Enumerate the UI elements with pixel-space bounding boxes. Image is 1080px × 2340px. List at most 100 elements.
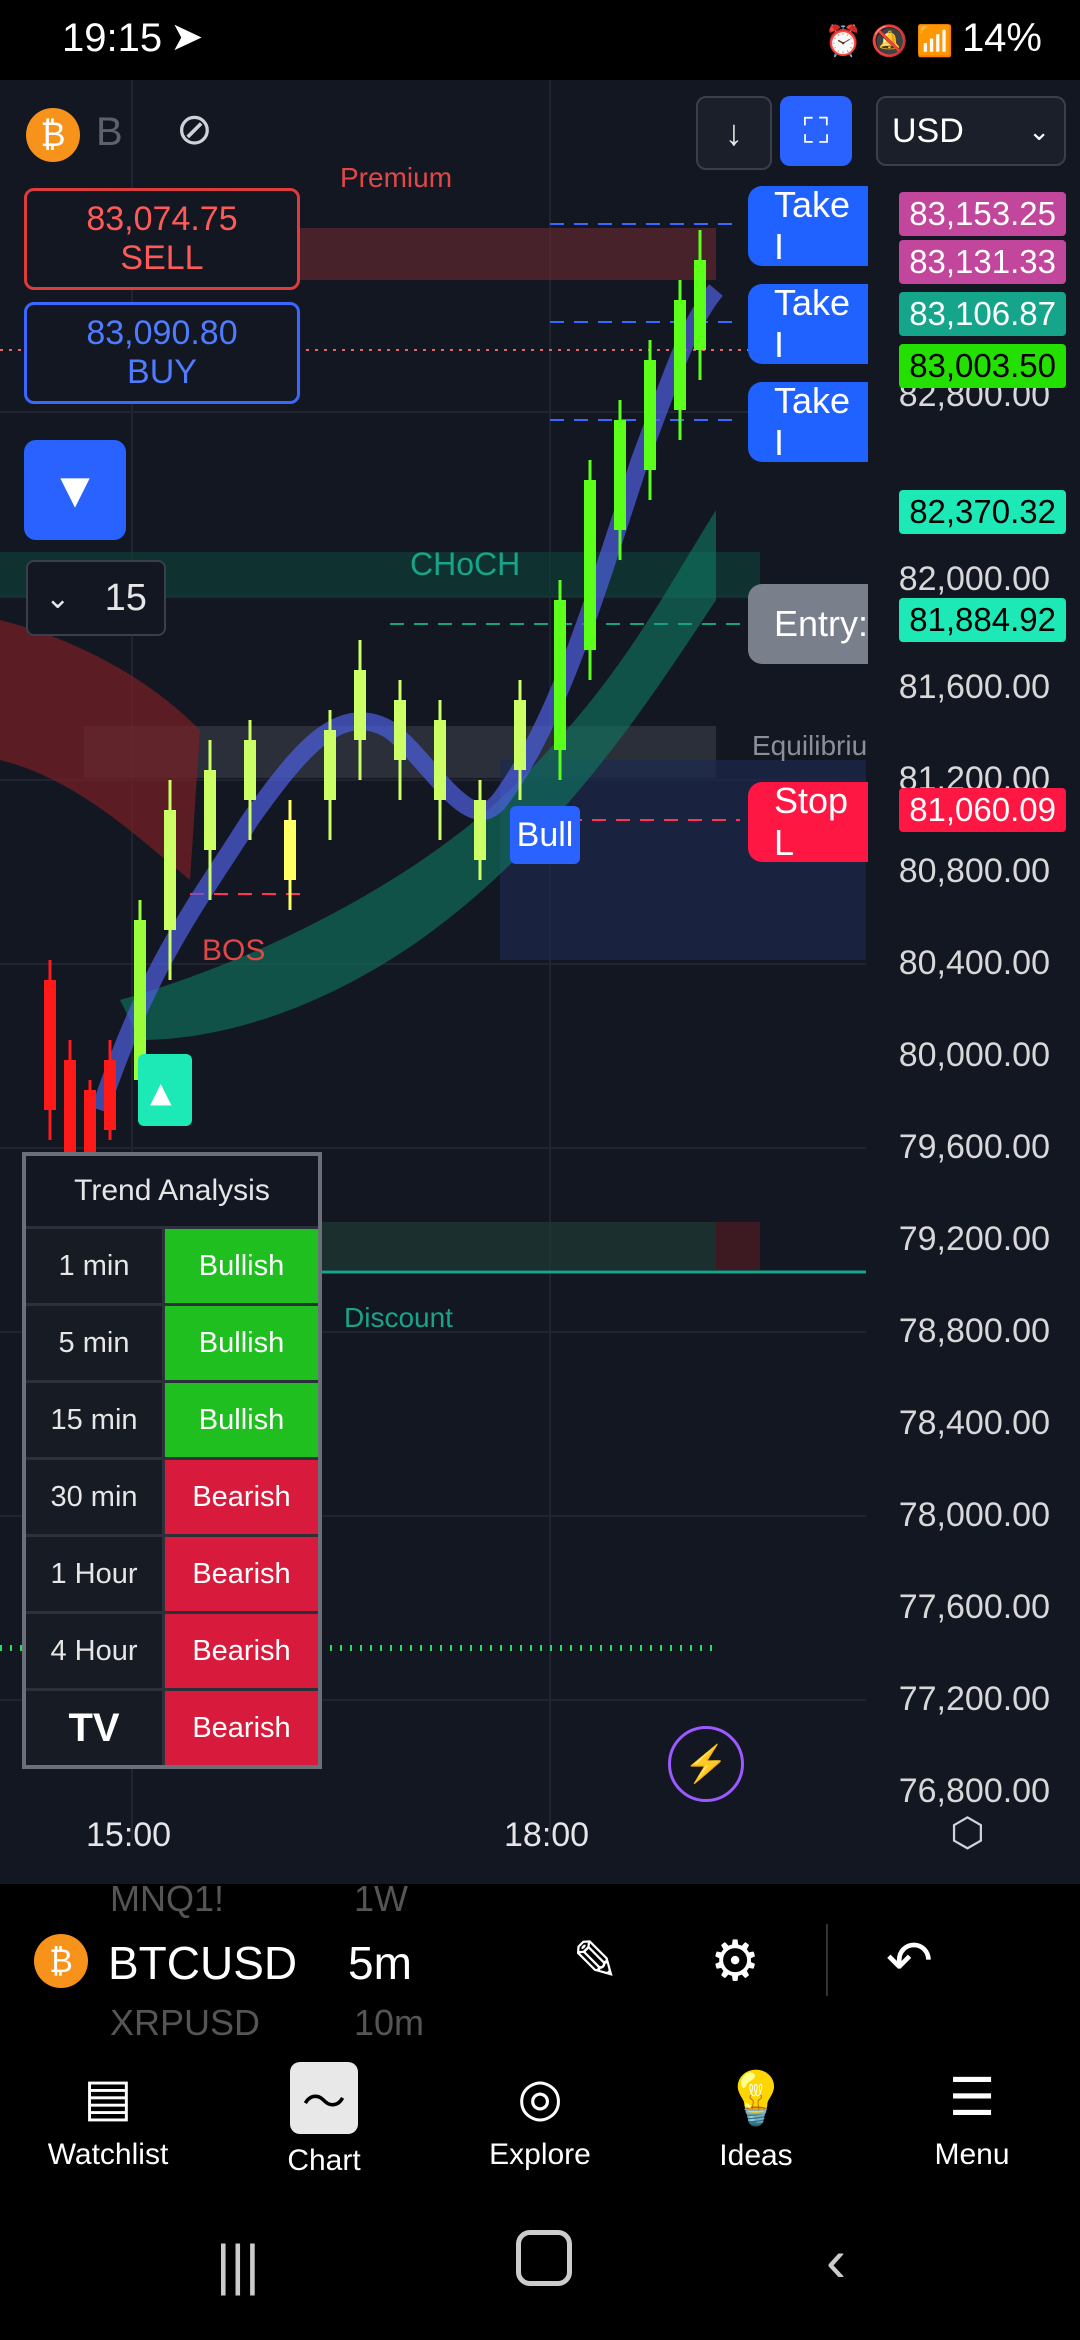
bos-label: BOS <box>202 934 266 967</box>
indicators-icon[interactable]: ⚙ <box>710 1928 760 1994</box>
currency-select[interactable]: USD ⌄ <box>876 96 1066 166</box>
axis-price: 78,000.00 <box>898 1496 1050 1534</box>
status-bar: 19:15 ➤ ⏰ 🔕 📶 14% <box>0 0 1080 80</box>
axis-price: 80,000.00 <box>898 1036 1050 1074</box>
status-time: 19:15 <box>62 16 163 60</box>
recents-icon[interactable]: ||| <box>216 2232 260 2297</box>
nav-label: Watchlist <box>47 2138 169 2171</box>
trend-state-cell: Bullish <box>165 1306 318 1380</box>
symbol-bar: MNQ1! 1W ₿ BTCUSD 5m XRPUSD 10m ✎ ⚙ ↶ <box>0 1878 1080 2043</box>
choch-label: CHoCH <box>410 546 521 582</box>
status-icons: ⏰ 🔕 📶 <box>824 25 962 58</box>
nav-label: Ideas <box>719 2138 793 2172</box>
axis-price: 78,800.00 <box>898 1312 1050 1350</box>
ai-spark-icon[interactable]: ⚡ <box>668 1726 744 1802</box>
premium-label: Premium <box>340 162 453 193</box>
tradingview-logo-icon: TV <box>26 1691 165 1765</box>
settings-hexagon-icon[interactable]: ⬡ <box>950 1810 985 1856</box>
equilibrium-label: Equilibriu <box>752 730 868 761</box>
ghost-symbol-below: XRPUSD <box>110 2002 261 2043</box>
bitcoin-icon[interactable]: ₿ <box>26 108 80 162</box>
fullscreen-button[interactable]: ⛶ <box>780 96 852 166</box>
axis-price: 82,000.00 <box>898 560 1050 598</box>
nav-watchlist[interactable]: ▤ Watchlist <box>0 2040 216 2200</box>
table-row: 1 min Bullish <box>26 1226 318 1303</box>
price-axis[interactable]: 82,800.00 82,000.00 81,600.00 81,200.00 … <box>866 80 1080 1880</box>
axis-price: 80,800.00 <box>898 852 1050 890</box>
back-icon[interactable]: ‹ <box>826 2226 846 2295</box>
lightbulb-icon: 💡 <box>723 2069 789 2128</box>
axis-price: 78,400.00 <box>898 1404 1050 1442</box>
currency-value: USD <box>892 111 964 150</box>
table-row: 15 min Bullish <box>26 1380 318 1457</box>
bottom-navigation: ▤ Watchlist 〜 Chart ◎ Explore 💡 Ideas ☰ … <box>0 2040 1080 2200</box>
table-row: TV Bearish <box>26 1688 318 1765</box>
sell-price: 83,074.75 <box>86 200 238 238</box>
menu-icon: ☰ <box>948 2069 996 2127</box>
arrow-down-icon: ↓ <box>725 112 743 153</box>
interval-label[interactable]: 5m <box>348 1936 412 1990</box>
timeframe-cell: 1 min <box>26 1229 165 1303</box>
table-row: 4 Hour Bearish <box>26 1611 318 1688</box>
chart-icon: 〜 <box>290 2062 358 2134</box>
trend-state-cell: Bullish <box>165 1383 318 1457</box>
timeframe-cell: 4 Hour <box>26 1614 165 1688</box>
nav-menu[interactable]: ☰ Menu <box>864 2040 1080 2200</box>
time-axis-label: 15:00 <box>86 1816 172 1854</box>
price-tag-take1: 83,153.25 <box>899 192 1066 236</box>
undo-icon[interactable]: ↶ <box>886 1928 933 1994</box>
sell-button[interactable]: 83,074.75 SELL <box>24 188 300 290</box>
table-row: 30 min Bearish <box>26 1457 318 1534</box>
bull-label: Bull <box>510 806 580 864</box>
scroll-down-button[interactable]: ↓ <box>696 96 772 170</box>
interval-dropdown[interactable]: ⌄ 15 <box>26 560 166 636</box>
nav-label: Explore <box>489 2138 591 2171</box>
bitcoin-icon: ₿ <box>34 1934 88 1988</box>
chevron-down-icon: ⌄ <box>1028 115 1050 146</box>
trend-state-cell: Bearish <box>165 1460 318 1534</box>
timeframe-cell: 30 min <box>26 1460 165 1534</box>
symbol-name[interactable]: BTCUSD <box>108 1936 297 1990</box>
svg-text:▲: ▲ <box>150 1076 172 1109</box>
take-profit-1-tag: Take I <box>748 184 868 267</box>
trend-title: Trend Analysis <box>74 1174 270 1207</box>
axis-price: 77,600.00 <box>898 1588 1050 1626</box>
buy-button[interactable]: 83,090.80 BUY <box>24 302 300 404</box>
compass-icon: ◎ <box>517 2069 563 2127</box>
axis-price: 79,600.00 <box>898 1128 1050 1166</box>
axis-price: 81,600.00 <box>898 668 1050 706</box>
trend-state-cell: Bearish <box>165 1537 318 1611</box>
battery-status: ⏰ 🔕 📶 14% <box>825 16 1042 61</box>
fullscreen-icon: ⛶ <box>803 109 829 151</box>
table-row: 1 Hour Bearish <box>26 1534 318 1611</box>
nav-explore[interactable]: ◎ Explore <box>432 2040 648 2200</box>
axis-price: 76,800.00 <box>898 1772 1050 1810</box>
table-row: 5 min Bullish <box>26 1303 318 1380</box>
discount-label: Discount <box>344 1302 453 1333</box>
nav-label: Chart <box>287 2144 361 2177</box>
trend-analysis-table: Trend Analysis 1 min Bullish 5 min Bulli… <box>22 1152 322 1769</box>
ghost-interval-below: 10m <box>354 2002 425 2043</box>
timeframe-cell: 5 min <box>26 1306 165 1380</box>
hide-eye-icon[interactable]: ⊘ <box>176 104 213 155</box>
entry-tag: Entry: <box>748 584 868 664</box>
sell-label: SELL <box>120 239 204 277</box>
divider <box>826 1924 828 1996</box>
axis-price: 77,200.00 <box>898 1680 1050 1718</box>
buy-label: BUY <box>127 353 197 391</box>
price-tag-stop: 81,060.09 <box>899 788 1066 832</box>
take-profit-2-tag: Take I <box>748 282 868 365</box>
time-axis-label: 18:00 <box>504 1816 590 1854</box>
battery-percent: 14% <box>961 16 1042 60</box>
tradingview-logo-button[interactable]: ▼ <box>24 440 126 540</box>
take-profit-3-tag: Take I <box>748 380 868 463</box>
home-icon[interactable] <box>516 2230 572 2286</box>
system-navigation-bar: ||| ‹ <box>0 2200 1080 2340</box>
price-tag-current: 83,003.50 <box>899 344 1066 388</box>
interval-value: 15 <box>104 576 147 619</box>
chevron-down-icon: ⌄ <box>45 581 71 615</box>
pencil-icon[interactable]: ✎ <box>572 1928 619 1994</box>
nav-chart[interactable]: 〜 Chart <box>216 2040 432 2200</box>
ghost-interval-above: 1W <box>354 1878 408 1919</box>
nav-ideas[interactable]: 💡 Ideas <box>648 2040 864 2200</box>
